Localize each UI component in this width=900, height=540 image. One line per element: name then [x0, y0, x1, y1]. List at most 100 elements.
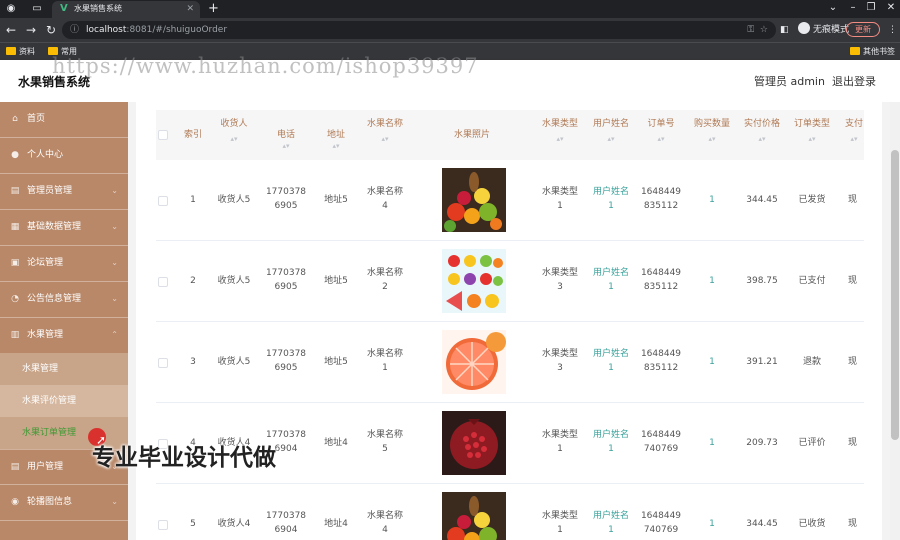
- fruit-photo[interactable]: [442, 492, 506, 540]
- sidebar-item-profile[interactable]: ● 个人中心: [0, 138, 128, 174]
- sidebar-item-admins[interactable]: ▤ 管理员管理 ⌄: [0, 174, 128, 210]
- sort-icon[interactable]: ▴▾: [314, 141, 358, 151]
- sidebar-item-fruit[interactable]: ▥ 水果管理 ⌃: [0, 318, 128, 354]
- col-header-phone[interactable]: 电话 ▴▾: [258, 110, 314, 160]
- back-icon[interactable]: ←: [4, 22, 18, 38]
- fruit-photo[interactable]: [442, 249, 506, 313]
- restore-icon[interactable]: ❐: [864, 1, 878, 15]
- cell-payment: 现: [848, 438, 858, 448]
- sidebar-item-home[interactable]: ⌂ 首页: [0, 102, 128, 138]
- table-row[interactable]: 2 收货人5 1770378 6905 地址5 水果名称 2 水果类型 3 用户姓名 1 164844…: [156, 241, 864, 322]
- table-row[interactable]: 5 收货人4 1770378 6904 地址4 水果名称 4 水果类型 1 用户姓名 1 164844…: [156, 484, 864, 540]
- reload-icon[interactable]: ↻: [44, 22, 58, 38]
- update-button[interactable]: 更新: [846, 22, 880, 37]
- table-header: 索引 收货人 ▴▾ 电话 ▴▾ 地址 ▴▾ 水果名称 ▴▾ 水果照片 水果类型 ▴▾ 用户…: [156, 110, 864, 160]
- other-bookmarks[interactable]: 其他书签: [850, 45, 895, 58]
- cell-index: 5: [190, 519, 196, 529]
- new-tab-icon[interactable]: +: [208, 1, 219, 17]
- info-icon[interactable]: ⓘ: [70, 23, 82, 37]
- cell-order-no: 1648449 740769: [640, 511, 682, 535]
- cell-index: 1: [190, 195, 196, 205]
- incognito-indicator[interactable]: 无痕模式: [798, 22, 849, 38]
- menu-dots-icon[interactable]: ⋮: [888, 22, 897, 38]
- incognito-icon: [798, 22, 810, 34]
- row-checkbox[interactable]: [158, 196, 168, 206]
- sidebar-sub-label: 水果评价管理: [22, 396, 77, 406]
- forum-icon: ▣: [10, 258, 20, 268]
- col-header-payment[interactable]: 支付 ▴▾: [836, 110, 872, 160]
- browser-tab-active[interactable]: V 水果销售系统 ✕: [52, 1, 200, 18]
- sidebar-item-notices[interactable]: ◔ 公告信息管理 ⌄: [0, 282, 128, 318]
- admin-icon: ▤: [10, 186, 20, 196]
- sidepanel-icon[interactable]: ◧: [780, 22, 789, 38]
- promo-overlay-text: 专业毕业设计代做: [92, 445, 276, 471]
- sort-icon[interactable]: ▴▾: [210, 134, 258, 144]
- fruit-icon: ▥: [10, 330, 20, 340]
- minimize-icon[interactable]: –: [846, 1, 860, 15]
- chevron-down-icon: ⌄: [111, 222, 118, 231]
- col-header-fruit-type[interactable]: 水果类型 ▴▾: [532, 110, 588, 160]
- key-star-icons[interactable]: ⚿ ☆: [747, 23, 768, 37]
- sidebar-sub-fruit-list[interactable]: 水果管理: [0, 353, 128, 385]
- col-header-receiver[interactable]: 收货人 ▴▾: [210, 110, 258, 160]
- row-checkbox[interactable]: [158, 277, 168, 287]
- cell-qty: 1: [709, 276, 715, 286]
- fruit-photo[interactable]: [442, 330, 506, 394]
- cell-order-no: 1648449 835112: [640, 187, 682, 211]
- folder-icon: [6, 47, 16, 55]
- sort-icon[interactable]: ▴▾: [788, 134, 836, 144]
- tab-page-icon[interactable]: ▭: [30, 2, 44, 16]
- sidebar: ⌂ 首页 ● 个人中心 ▤ 管理员管理 ⌄ ▦ 基础数据管理 ⌄ ▣ 论坛管理 …: [0, 102, 128, 540]
- cell-phone: 1770378 6905: [265, 349, 307, 373]
- chevron-down-icon[interactable]: ⌄: [826, 1, 840, 15]
- col-header-user-name[interactable]: 用户姓名 ▴▾: [588, 110, 634, 160]
- sort-icon[interactable]: ▴▾: [634, 134, 688, 144]
- cell-payment: 现: [848, 357, 858, 367]
- sidebar-item-forum[interactable]: ▣ 论坛管理 ⌄: [0, 246, 128, 282]
- fruit-photo[interactable]: [442, 168, 506, 232]
- cell-user-name: 用户姓名 1: [592, 349, 629, 373]
- forward-icon[interactable]: →: [24, 22, 38, 38]
- scrollbar-thumb[interactable]: [891, 150, 899, 440]
- cell-order-no: 1648449 740769: [640, 430, 682, 454]
- col-header-qty[interactable]: 购买数量 ▴▾: [688, 110, 736, 160]
- address-bar[interactable]: ⓘ localhost:8081/#/shuiguoOrder ⚿ ☆: [62, 21, 776, 39]
- bookmark-folder-1[interactable]: 资料: [6, 45, 35, 58]
- sidebar-item-carousel[interactable]: ◉ 轮播图信息 ⌄: [0, 485, 128, 521]
- col-header-index[interactable]: 索引: [176, 110, 210, 160]
- globe-icon[interactable]: ◉: [4, 2, 18, 16]
- tab-close-icon[interactable]: ✕: [186, 3, 194, 15]
- home-icon: ⌂: [12, 114, 18, 124]
- sidebar-item-label: 基础数据管理: [27, 222, 82, 232]
- table-row[interactable]: 3 收货人5 1770378 6905 地址5 水果名称 1 水果类型 3 用户姓名 1 164844…: [156, 322, 864, 403]
- sidebar-sub-label: 水果管理: [22, 364, 59, 374]
- col-header-fruit-name[interactable]: 水果名称 ▴▾: [358, 110, 412, 160]
- row-checkbox[interactable]: [158, 520, 168, 530]
- sort-icon[interactable]: ▴▾: [688, 134, 736, 144]
- fruit-photo[interactable]: [442, 411, 506, 475]
- sort-icon[interactable]: ▴▾: [258, 141, 314, 151]
- sort-icon[interactable]: ▴▾: [358, 134, 412, 144]
- col-header-order-no[interactable]: 订单号 ▴▾: [634, 110, 688, 160]
- sort-icon[interactable]: ▴▾: [588, 134, 634, 144]
- row-checkbox[interactable]: [158, 358, 168, 368]
- cell-user-name: 用户姓名 1: [592, 511, 629, 535]
- sort-icon[interactable]: ▴▾: [736, 134, 788, 144]
- cell-address: 地址4: [324, 438, 348, 448]
- close-window-icon[interactable]: ✕: [884, 1, 898, 15]
- cell-receiver: 收货人5: [217, 195, 251, 205]
- sort-icon[interactable]: ▴▾: [532, 134, 588, 144]
- col-header-order-type[interactable]: 订单类型 ▴▾: [788, 110, 836, 160]
- sidebar-item-label: 个人中心: [27, 150, 64, 160]
- sidebar-item-basic-data[interactable]: ▦ 基础数据管理 ⌄: [0, 210, 128, 246]
- cell-fruit-name: 水果名称 1: [366, 349, 403, 373]
- cell-price: 391.21: [746, 357, 778, 367]
- col-header-address[interactable]: 地址 ▴▾: [314, 110, 358, 160]
- select-all-checkbox[interactable]: [158, 130, 168, 140]
- sort-icon[interactable]: ▴▾: [836, 134, 872, 144]
- logout-link[interactable]: 退出登录: [832, 74, 876, 90]
- table-row[interactable]: 1 收货人5 1770378 6905 地址5 水果名称 4 水果类型 1 用户姓名 1 164844…: [156, 160, 864, 241]
- col-header-price[interactable]: 实付价格 ▴▾: [736, 110, 788, 160]
- sidebar-sub-fruit-reviews[interactable]: 水果评价管理: [0, 385, 128, 417]
- browser-toolbar: ← → ↻ ⓘ localhost:8081/#/shuiguoOrder ⚿ …: [0, 18, 900, 42]
